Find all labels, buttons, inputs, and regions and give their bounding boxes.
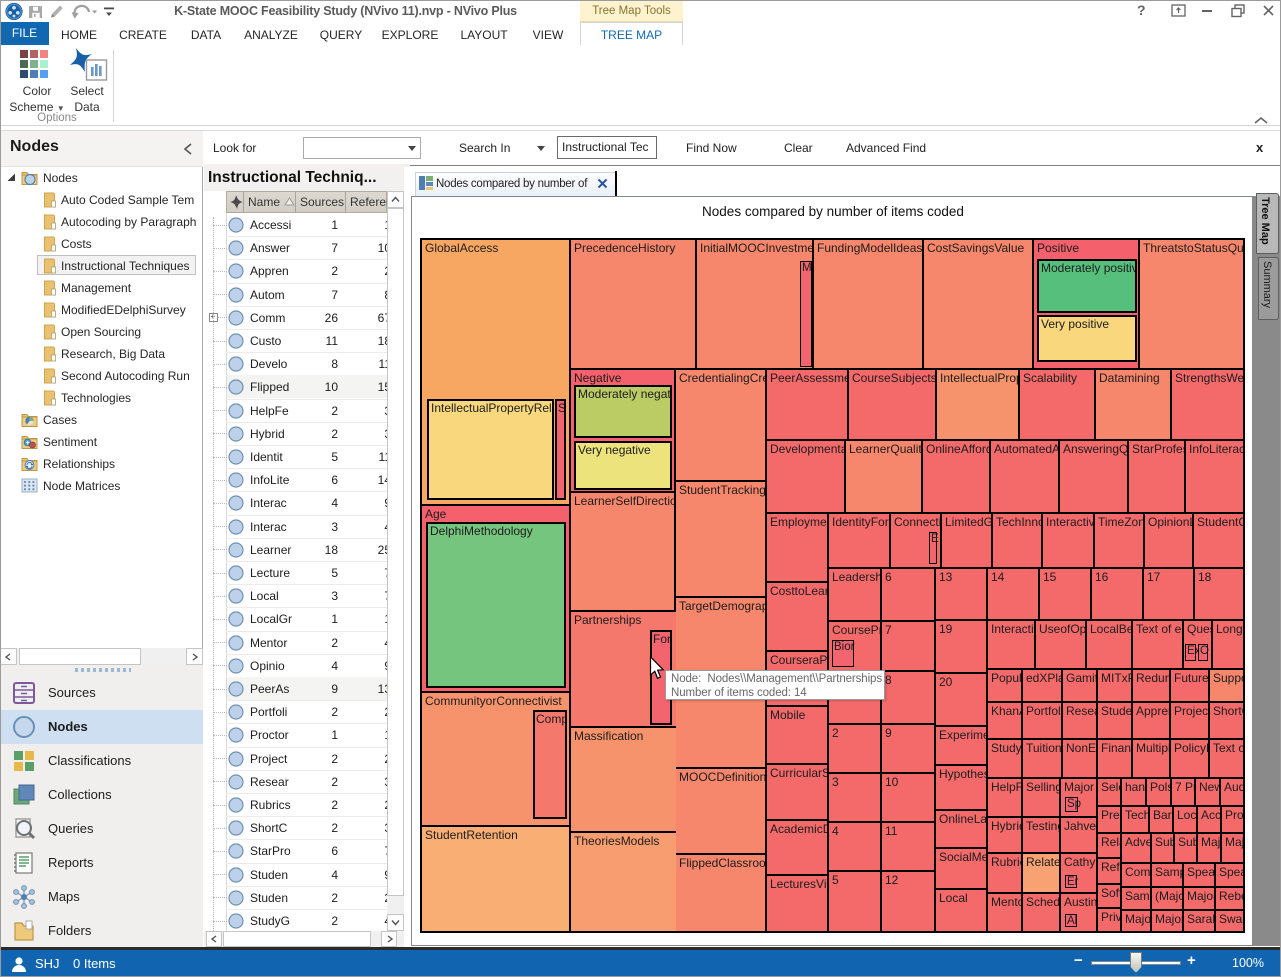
svg-text:+: + <box>26 440 30 447</box>
